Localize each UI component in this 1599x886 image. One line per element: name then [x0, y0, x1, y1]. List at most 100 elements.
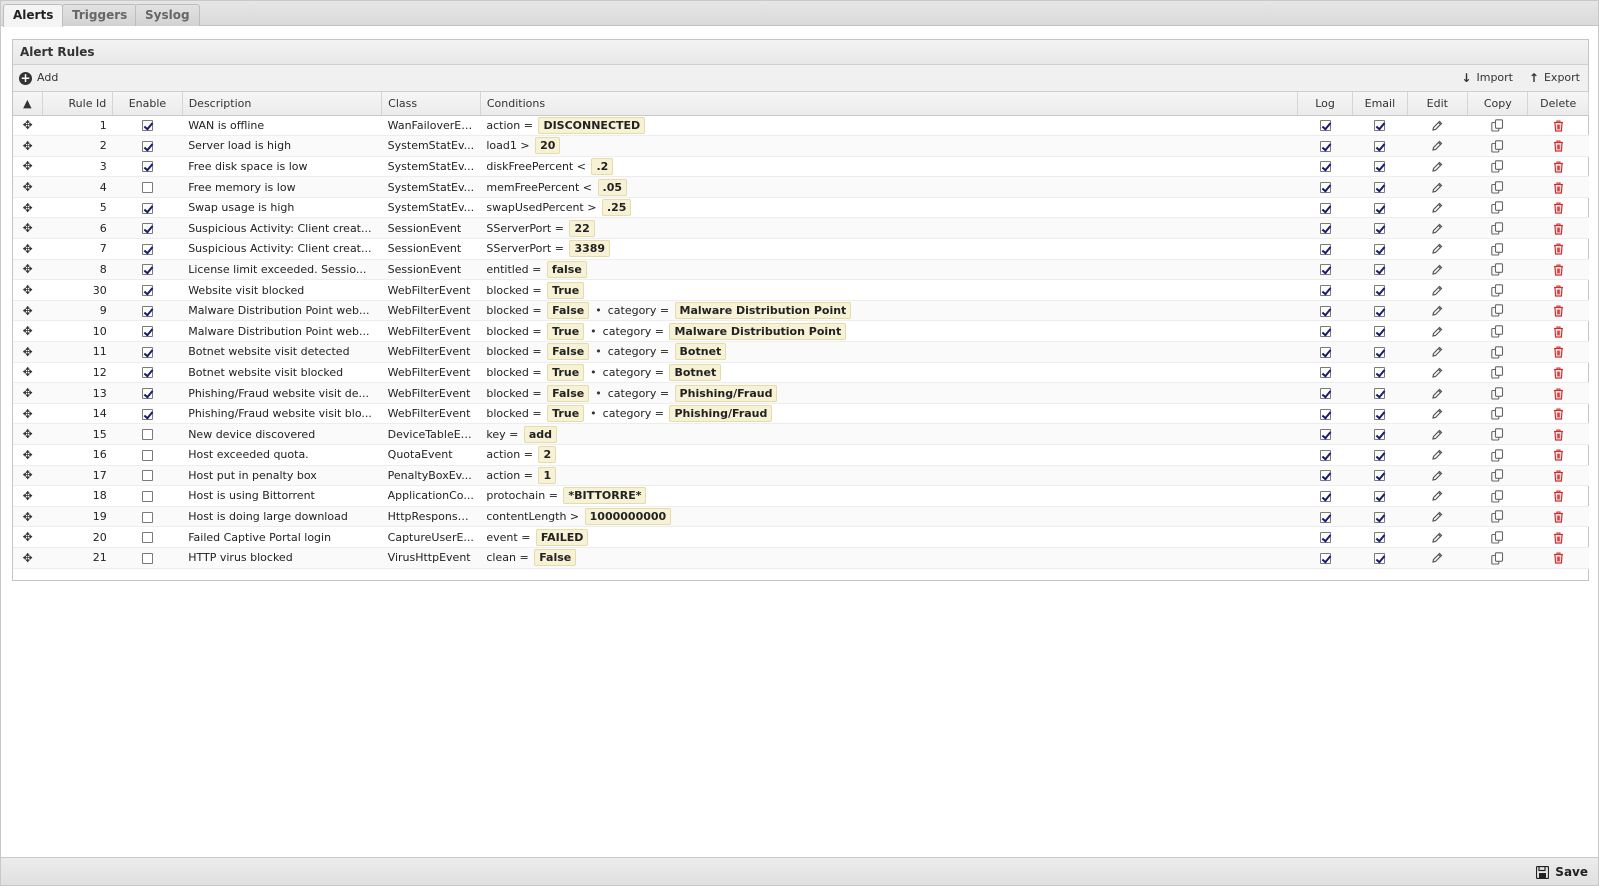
log-checkbox[interactable] — [1319, 285, 1331, 297]
log-checkbox[interactable] — [1319, 243, 1331, 255]
enable-checkbox[interactable] — [141, 223, 153, 235]
column-header-email[interactable]: Email — [1352, 92, 1408, 116]
trash-icon[interactable] — [1553, 387, 1564, 400]
edit-pencil-icon[interactable] — [1431, 489, 1443, 502]
edit-pencil-icon[interactable] — [1431, 119, 1443, 132]
column-header-description[interactable]: Description — [182, 92, 383, 116]
email-checkbox[interactable] — [1374, 326, 1386, 338]
email-checkbox[interactable] — [1374, 346, 1386, 358]
enable-checkbox[interactable] — [141, 470, 153, 482]
drag-handle-icon[interactable]: ✥ — [23, 468, 33, 482]
edit-pencil-icon[interactable] — [1431, 139, 1443, 152]
log-checkbox[interactable] — [1319, 490, 1331, 502]
enable-checkbox[interactable] — [141, 408, 153, 420]
drag-handle-icon[interactable]: ✥ — [23, 180, 33, 194]
drag-handle-icon[interactable]: ✥ — [23, 365, 33, 379]
log-checkbox[interactable] — [1319, 470, 1331, 482]
enable-checkbox[interactable] — [141, 449, 153, 461]
drag-handle-icon[interactable]: ✥ — [23, 427, 33, 441]
drag-handle-icon[interactable]: ✥ — [23, 530, 33, 544]
email-checkbox[interactable] — [1374, 552, 1386, 564]
edit-pencil-icon[interactable] — [1431, 387, 1443, 400]
table-row[interactable]: ✥ 13 Phishing/Fraud website visit de... Web… — [13, 382, 1589, 404]
trash-icon[interactable] — [1553, 407, 1564, 420]
trash-icon[interactable] — [1553, 469, 1564, 482]
table-row[interactable]: ✥ 8 License limit exceeded. Sessio... Sessi… — [13, 259, 1589, 281]
enable-checkbox[interactable] — [141, 326, 153, 338]
edit-pencil-icon[interactable] — [1431, 181, 1443, 194]
trash-icon[interactable] — [1553, 242, 1564, 255]
email-checkbox[interactable] — [1374, 388, 1386, 400]
copy-icon[interactable] — [1491, 551, 1504, 565]
edit-pencil-icon[interactable] — [1431, 531, 1443, 544]
email-checkbox[interactable] — [1374, 243, 1386, 255]
reorder-column-header[interactable]: ▲ — [13, 92, 43, 116]
copy-icon[interactable] — [1491, 242, 1504, 256]
tab-syslog[interactable]: Syslog — [135, 4, 200, 26]
email-checkbox[interactable] — [1374, 429, 1386, 441]
enable-checkbox[interactable] — [141, 388, 153, 400]
log-checkbox[interactable] — [1319, 223, 1331, 235]
export-button[interactable]: ↑ Export — [1529, 69, 1580, 87]
trash-icon[interactable] — [1553, 160, 1564, 173]
import-button[interactable]: ↓ Import — [1461, 69, 1513, 87]
enable-checkbox[interactable] — [141, 429, 153, 441]
edit-pencil-icon[interactable] — [1431, 448, 1443, 461]
drag-handle-icon[interactable]: ✥ — [23, 242, 33, 256]
table-row[interactable]: ✥ 1 WAN is offline WanFailoverEv... action =… — [13, 115, 1589, 137]
copy-icon[interactable] — [1491, 160, 1504, 173]
copy-icon[interactable] — [1491, 489, 1504, 503]
copy-icon[interactable] — [1491, 427, 1504, 441]
drag-handle-icon[interactable]: ✥ — [23, 201, 33, 215]
copy-icon[interactable] — [1491, 324, 1504, 338]
copy-icon[interactable] — [1491, 304, 1504, 317]
email-checkbox[interactable] — [1374, 223, 1386, 235]
copy-icon[interactable] — [1491, 366, 1504, 379]
log-checkbox[interactable] — [1319, 120, 1331, 132]
email-checkbox[interactable] — [1374, 120, 1386, 132]
enable-checkbox[interactable] — [141, 490, 153, 502]
table-row[interactable]: ✥ 12 Botnet website visit blocked WebFilter… — [13, 362, 1589, 384]
email-checkbox[interactable] — [1374, 182, 1386, 194]
trash-icon[interactable] — [1553, 304, 1564, 317]
edit-pencil-icon[interactable] — [1431, 160, 1443, 173]
copy-icon[interactable] — [1491, 283, 1504, 297]
table-row[interactable]: ✥ 17 Host put in penalty box PenaltyBoxEv..… — [13, 465, 1589, 487]
edit-pencil-icon[interactable] — [1431, 510, 1443, 523]
copy-icon[interactable] — [1491, 119, 1504, 132]
edit-pencil-icon[interactable] — [1431, 304, 1443, 317]
save-button[interactable]: Save — [1536, 863, 1588, 881]
drag-handle-icon[interactable]: ✥ — [23, 324, 33, 338]
copy-icon[interactable] — [1491, 448, 1504, 462]
table-row[interactable]: ✥ 20 Failed Captive Portal login CaptureUse… — [13, 526, 1589, 548]
drag-handle-icon[interactable]: ✥ — [23, 551, 33, 565]
trash-icon[interactable] — [1553, 181, 1564, 194]
log-checkbox[interactable] — [1319, 326, 1331, 338]
enable-checkbox[interactable] — [141, 140, 153, 152]
copy-icon[interactable] — [1491, 180, 1504, 194]
email-checkbox[interactable] — [1374, 140, 1386, 152]
table-row[interactable]: ✥ 4 Free memory is low SystemStatEv... memFr… — [13, 176, 1589, 198]
log-checkbox[interactable] — [1319, 429, 1331, 441]
drag-handle-icon[interactable]: ✥ — [23, 118, 33, 132]
enable-checkbox[interactable] — [141, 161, 153, 173]
table-row[interactable]: ✥ 6 Suspicious Activity: Client creat... Se… — [13, 217, 1589, 240]
email-checkbox[interactable] — [1374, 470, 1386, 482]
enable-checkbox[interactable] — [141, 552, 153, 564]
copy-icon[interactable] — [1491, 263, 1504, 276]
trash-icon[interactable] — [1553, 222, 1564, 235]
trash-icon[interactable] — [1553, 531, 1564, 544]
table-row[interactable]: ✥ 7 Suspicious Activity: Client creat... Se… — [13, 238, 1589, 260]
log-checkbox[interactable] — [1319, 388, 1331, 400]
trash-icon[interactable] — [1553, 448, 1564, 461]
copy-icon[interactable] — [1491, 469, 1504, 482]
log-checkbox[interactable] — [1319, 305, 1331, 317]
log-checkbox[interactable] — [1319, 346, 1331, 358]
table-row[interactable]: ✥ 16 Host exceeded quota. QuotaEvent action … — [13, 444, 1589, 466]
email-checkbox[interactable] — [1374, 264, 1386, 276]
log-checkbox[interactable] — [1319, 532, 1331, 544]
enable-checkbox[interactable] — [141, 243, 153, 255]
table-row[interactable]: ✥ 5 Swap usage is high SystemStatEv... swapU… — [13, 197, 1589, 219]
email-checkbox[interactable] — [1374, 285, 1386, 297]
drag-handle-icon[interactable]: ✥ — [23, 448, 33, 462]
